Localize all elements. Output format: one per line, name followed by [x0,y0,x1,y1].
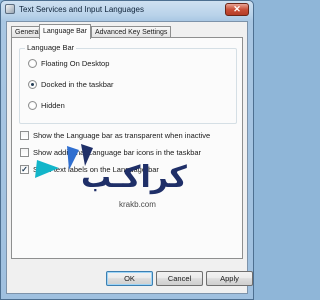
radio-label: Docked in the taskbar [41,80,114,89]
keyboard-icon [5,4,15,14]
dialog-window: Text Services and Input Languages ✕ Gene… [0,0,254,300]
close-button[interactable]: ✕ [225,3,249,16]
group-label: Language Bar [25,43,77,52]
checkbox[interactable] [20,148,29,157]
radio-hidden[interactable]: Hidden [28,101,65,110]
apply-button[interactable]: Apply [206,271,253,286]
radio-button[interactable] [28,80,37,89]
checkbox[interactable] [20,131,29,140]
checkbox-label: Show the Language bar as transparent whe… [33,131,211,140]
checkbox-transparent-when-inactive[interactable]: Show the Language bar as transparent whe… [20,131,210,140]
watermark-arabic-text: كراكـب [81,160,187,195]
radio-floating-on-desktop[interactable]: Floating On Desktop [28,59,109,68]
radio-docked-in-taskbar[interactable]: Docked in the taskbar [28,80,114,89]
watermark-domain: krakb.com [119,200,156,209]
title-bar[interactable]: Text Services and Input Languages ✕ [1,1,253,19]
checkbox[interactable]: ✓ [20,165,29,174]
radio-button[interactable] [28,101,37,110]
window-title: Text Services and Input Languages [19,5,144,14]
dialog-client: General Language Bar Advanced Key Settin… [6,21,253,294]
tab-language-bar[interactable]: Language Bar [39,24,91,39]
radio-button[interactable] [28,59,37,68]
radio-label: Hidden [41,101,65,110]
ok-button[interactable]: OK [106,271,153,286]
radio-label: Floating On Desktop [41,59,110,68]
krakb-watermark: كراكـب krakb.com [29,142,219,222]
cancel-button[interactable]: Cancel [156,271,203,286]
language-bar-groupbox: Language Bar Floating On Desktop Docked … [19,43,237,124]
